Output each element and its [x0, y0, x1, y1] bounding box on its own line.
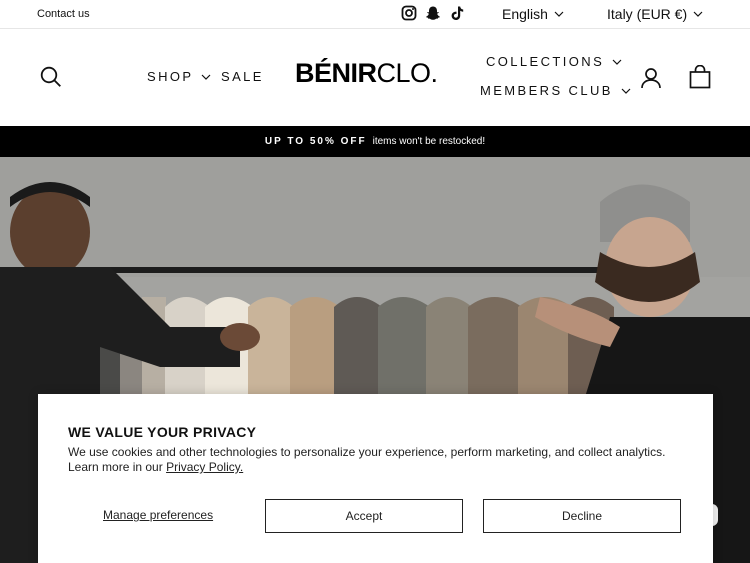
nav-members-club-label: MEMBERS CLUB	[480, 83, 613, 98]
announcement-bar[interactable]: UP TO 50% OFF items won't be restocked!	[0, 126, 750, 157]
cart-icon[interactable]	[689, 65, 711, 89]
nav-members-club[interactable]: MEMBERS CLUB	[480, 83, 631, 98]
utility-bar: Contact us English Italy (EUR €)	[0, 0, 750, 29]
account-icon[interactable]	[640, 67, 662, 89]
chevron-down-icon	[693, 11, 703, 17]
chevron-down-icon	[612, 59, 622, 65]
tiktok-icon[interactable]	[449, 5, 465, 21]
search-icon[interactable]	[40, 66, 62, 88]
announcement-text: items won't be restocked!	[372, 136, 486, 147]
chevron-down-icon	[554, 11, 564, 17]
brand-logo[interactable]: BÉNIRCLO.	[295, 58, 438, 89]
cookie-body-text: We use cookies and other technologies to…	[68, 445, 666, 474]
chevron-down-icon	[202, 74, 211, 80]
chevron-down-icon	[621, 88, 631, 94]
snapchat-icon[interactable]	[425, 5, 441, 21]
language-selector[interactable]: English	[502, 6, 564, 22]
contact-us-link[interactable]: Contact us	[37, 8, 90, 20]
language-label: English	[502, 6, 548, 22]
logo-bold-text: BÉNIR	[295, 58, 377, 88]
country-label: Italy (EUR €)	[607, 6, 688, 22]
nav-shop[interactable]: SHOP	[147, 69, 211, 84]
announcement-highlight: UP TO 50% OFF	[264, 136, 367, 147]
site-header: SHOP SALE BÉNIRCLO. COLLECTIONS MEMBERS …	[0, 29, 750, 126]
nav-collections[interactable]: COLLECTIONS	[486, 54, 622, 69]
privacy-policy-link[interactable]: Privacy Policy.	[166, 460, 243, 474]
accept-button[interactable]: Accept	[265, 499, 463, 533]
cookie-title: WE VALUE YOUR PRIVACY	[68, 424, 257, 440]
manage-preferences-link[interactable]: Manage preferences	[103, 508, 213, 522]
decline-button[interactable]: Decline	[483, 499, 681, 533]
nav-sale-label: SALE	[221, 69, 264, 84]
country-selector[interactable]: Italy (EUR €)	[607, 6, 703, 22]
cookie-body: We use cookies and other technologies to…	[68, 445, 688, 475]
nav-sale[interactable]: SALE	[221, 69, 264, 84]
instagram-icon[interactable]	[401, 5, 417, 21]
nav-shop-label: SHOP	[147, 69, 194, 84]
logo-light-text: CLO.	[376, 58, 439, 88]
cookie-banner: WE VALUE YOUR PRIVACY We use cookies and…	[38, 394, 713, 563]
nav-collections-label: COLLECTIONS	[486, 54, 605, 69]
